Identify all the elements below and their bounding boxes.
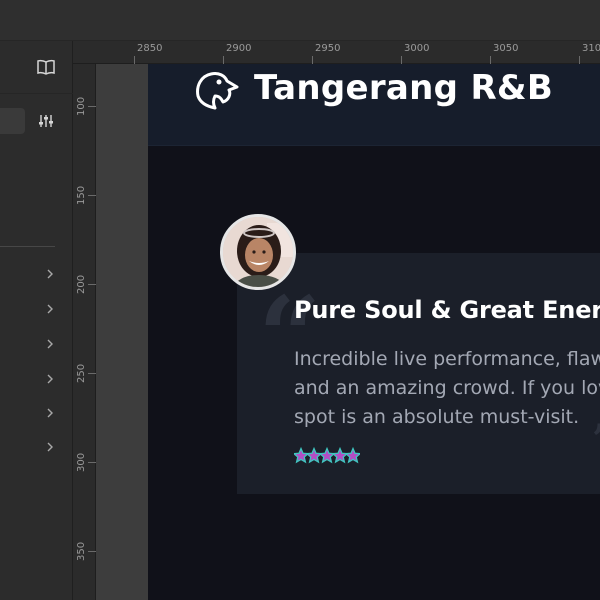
star-icon [331, 446, 349, 464]
ruler-label: 350 [76, 541, 87, 561]
ruler-label: 3000 [404, 43, 430, 54]
review-text-line: and an amazing crowd. If you love liv [294, 377, 600, 399]
ruler-tick [579, 56, 580, 64]
review-headline: Pure Soul & Great Energy! [294, 296, 600, 324]
editor-window: 2850 2900 2950 3000 3050 310 100 150 200… [0, 0, 600, 600]
chevron-right-icon[interactable] [45, 408, 55, 418]
ruler-tick [88, 106, 96, 107]
ruler-tick [88, 551, 96, 552]
star-icon [318, 446, 336, 464]
eagle-head-icon [196, 72, 239, 110]
vertical-ruler[interactable]: 100 150 200 250 300 350 [73, 64, 96, 600]
ruler-tick [401, 56, 402, 64]
chevron-right-icon[interactable] [45, 304, 55, 314]
panel-input-field[interactable] [0, 108, 25, 134]
book-icon[interactable] [37, 59, 55, 75]
ruler-label: 2850 [137, 43, 163, 54]
star-icon [344, 446, 360, 464]
quote-mark-icon: ” [592, 420, 600, 460]
ruler-tick [223, 56, 224, 64]
ruler-label: 250 [76, 363, 87, 383]
chevron-right-icon[interactable] [45, 339, 55, 349]
ruler-label: 150 [76, 185, 87, 205]
ruler-label: 310 [582, 43, 600, 54]
chevron-right-icon[interactable] [45, 442, 55, 452]
left-panel [0, 41, 73, 600]
chevron-right-icon[interactable] [45, 269, 55, 279]
ruler-tick [490, 56, 491, 64]
star-rating [294, 446, 360, 464]
canvas-background [96, 64, 148, 600]
horizontal-ruler[interactable]: 2850 2900 2950 3000 3050 310 [73, 41, 600, 64]
ruler-label: 300 [76, 452, 87, 472]
ruler-tick [312, 56, 313, 64]
ruler-tick [88, 284, 96, 285]
ruler-tick [134, 56, 135, 64]
ruler-tick [88, 373, 96, 374]
ruler-label: 200 [76, 274, 87, 294]
avatar [220, 214, 296, 290]
panel-divider [0, 93, 73, 94]
review-text-line: spot is an absolute must-visit. [294, 406, 580, 428]
site-brand-title[interactable]: Tangerang R&B [254, 68, 553, 108]
ruler-tick [88, 195, 96, 196]
chevron-right-icon[interactable] [45, 374, 55, 384]
ruler-label: 3050 [493, 43, 519, 54]
panel-divider [0, 246, 55, 247]
sliders-icon[interactable] [38, 113, 54, 129]
review-text-line: Incredible live performance, flawless [294, 348, 600, 370]
ruler-tick [88, 462, 96, 463]
ruler-label: 100 [76, 96, 87, 116]
ruler-label: 2900 [226, 43, 252, 54]
star-icon [305, 446, 323, 464]
top-toolbar [0, 0, 600, 41]
star-icon [294, 446, 310, 464]
ruler-label: 2950 [315, 43, 341, 54]
